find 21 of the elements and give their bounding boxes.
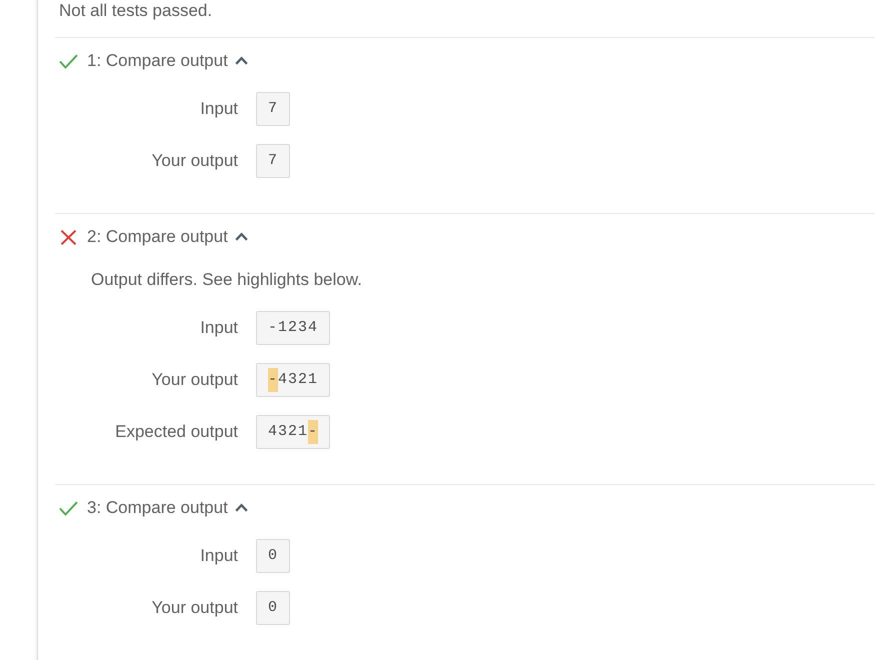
row-label: Your output [150, 597, 238, 619]
row-label: Input [199, 317, 238, 339]
output-text: 0 [268, 546, 278, 566]
diff-highlight: - [308, 420, 318, 444]
section-toggle[interactable]: 1: Compare output [87, 49, 248, 73]
output-text: 0 [268, 598, 278, 618]
section-toggle[interactable]: 2: Compare output [87, 225, 248, 249]
row-label: Input [199, 98, 238, 120]
output-text: 7 [268, 99, 278, 119]
diff-highlight: - [268, 368, 278, 392]
row-label: Your output [150, 150, 238, 172]
section-toggle[interactable]: 3: Compare output [87, 496, 248, 520]
row-label: Expected output [114, 421, 238, 443]
output-text: 7 [268, 151, 278, 171]
output-text: 4321 [268, 422, 308, 442]
row-label: Your output [150, 369, 238, 391]
output-text: -1234 [268, 318, 318, 338]
diff-message: Output differs. See highlights below. [91, 269, 362, 291]
output-text: 4321 [278, 370, 318, 390]
summary-text: Not all tests passed. [59, 0, 212, 21]
row-label: Input [199, 545, 238, 567]
